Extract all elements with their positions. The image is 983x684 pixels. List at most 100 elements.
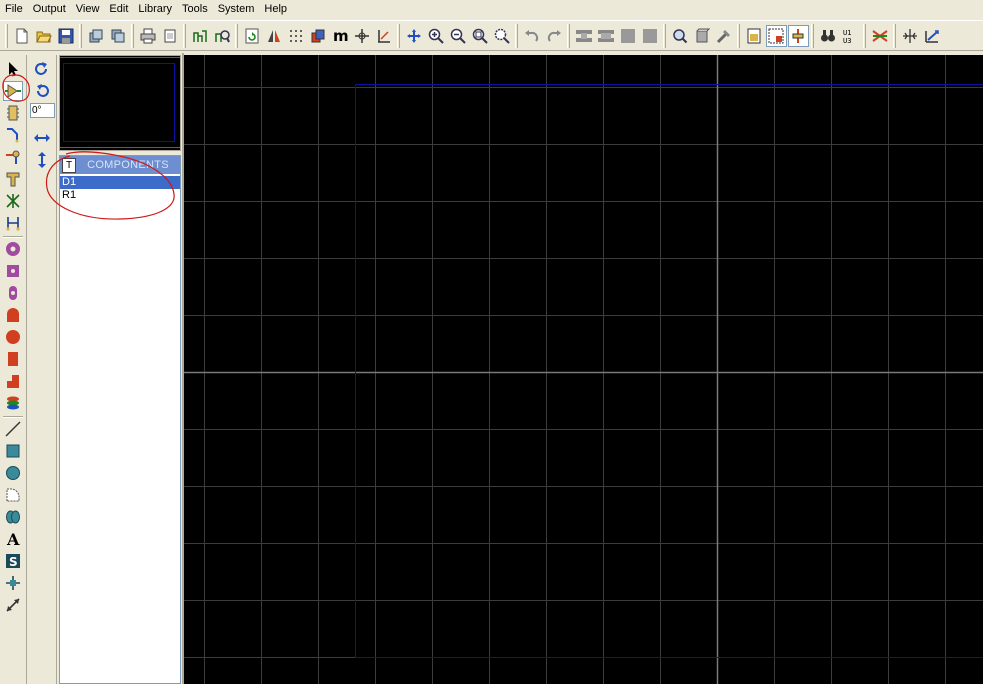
- list-item[interactable]: R1: [60, 189, 180, 202]
- menu-library[interactable]: Library: [133, 1, 177, 18]
- page-icon[interactable]: [744, 25, 765, 47]
- toolbar-separator: [663, 23, 666, 48]
- component-list: D1 R1: [60, 176, 180, 202]
- circular-smt-pad-icon[interactable]: [3, 327, 23, 347]
- move-icon[interactable]: [618, 25, 639, 47]
- menu-system[interactable]: System: [213, 1, 260, 18]
- package-icon[interactable]: [692, 25, 713, 47]
- svg-text:A: A: [6, 531, 20, 547]
- ratsnest-mode-icon[interactable]: [3, 191, 23, 211]
- symbol-icon[interactable]: S: [3, 551, 23, 571]
- rotate-anticlockwise-icon[interactable]: [31, 81, 53, 101]
- marker-icon[interactable]: [3, 573, 23, 593]
- package-mode-icon[interactable]: [3, 103, 23, 123]
- annotate-icon[interactable]: U1 U3: [840, 25, 861, 47]
- design-rule-icon[interactable]: [900, 25, 921, 47]
- track-mode-icon[interactable]: [3, 125, 23, 145]
- mode-palette: A S: [0, 55, 27, 684]
- rotation-angle-field[interactable]: 0°: [30, 103, 55, 118]
- false-origin-icon[interactable]: [374, 25, 395, 47]
- main-toolbar: m U1 U3: [0, 20, 983, 51]
- edge-pad-icon[interactable]: [3, 305, 23, 325]
- svg-text:U3: U3: [843, 37, 851, 44]
- rectangular-smt-pad-icon[interactable]: [3, 349, 23, 369]
- refresh-icon[interactable]: [242, 25, 263, 47]
- zoom-in-icon[interactable]: [426, 25, 447, 47]
- rotate-clockwise-icon[interactable]: [31, 59, 53, 79]
- round-pad-icon[interactable]: [3, 239, 23, 259]
- mirror-vertical-icon[interactable]: [31, 150, 53, 170]
- netlist-icon[interactable]: [190, 25, 211, 47]
- open-folder-icon[interactable]: [34, 25, 55, 47]
- text-icon[interactable]: A: [3, 529, 23, 549]
- circle-icon[interactable]: [3, 463, 23, 483]
- palette-separator: [3, 416, 23, 418]
- component-selector-title: COMPONENTS: [87, 159, 169, 171]
- mirror-horizontal-icon[interactable]: [31, 128, 53, 148]
- save-icon[interactable]: [56, 25, 77, 47]
- menu-help[interactable]: Help: [259, 1, 292, 18]
- zoom-area-icon[interactable]: [492, 25, 513, 47]
- palette-separator: [3, 236, 23, 238]
- toolbar-grip[interactable]: [5, 23, 8, 48]
- menu-view[interactable]: View: [71, 1, 105, 18]
- dimension-icon[interactable]: [3, 595, 23, 615]
- layers-icon[interactable]: [308, 25, 329, 47]
- print-icon[interactable]: [138, 25, 159, 47]
- zoom-all-icon[interactable]: [470, 25, 491, 47]
- editing-canvas[interactable]: [184, 55, 983, 684]
- decompose-icon[interactable]: [714, 25, 735, 47]
- menu-tools[interactable]: Tools: [177, 1, 213, 18]
- svg-text:m: m: [333, 28, 348, 44]
- undo-icon[interactable]: [522, 25, 543, 47]
- path-icon[interactable]: [3, 507, 23, 527]
- svg-text:S: S: [9, 555, 18, 569]
- polygonal-pad-icon[interactable]: [3, 371, 23, 391]
- toolbar-separator: [567, 23, 570, 48]
- cut-icon[interactable]: [574, 25, 595, 47]
- box-icon[interactable]: [3, 441, 23, 461]
- copy-icon[interactable]: [596, 25, 617, 47]
- overview-window[interactable]: [59, 55, 181, 151]
- autoplace-icon[interactable]: [765, 24, 787, 47]
- menu-edit[interactable]: Edit: [104, 1, 133, 18]
- square-pad-icon[interactable]: [3, 261, 23, 281]
- search-icon[interactable]: [670, 25, 691, 47]
- svg-text:U1: U1: [843, 29, 851, 37]
- line-icon[interactable]: [3, 419, 23, 439]
- flip-icon[interactable]: [264, 25, 285, 47]
- zone-mode-icon[interactable]: [3, 169, 23, 189]
- arc-icon[interactable]: [3, 485, 23, 505]
- zoom-out-icon[interactable]: [448, 25, 469, 47]
- connectivity-icon[interactable]: [3, 213, 23, 233]
- toolbar-separator: [235, 23, 238, 48]
- import-section-icon[interactable]: [86, 25, 107, 47]
- padstack-icon[interactable]: [3, 393, 23, 413]
- export-section-icon[interactable]: [108, 25, 129, 47]
- metric-icon[interactable]: m: [330, 25, 351, 47]
- print-area-icon[interactable]: [160, 25, 181, 47]
- list-item[interactable]: D1: [60, 176, 180, 189]
- toolbar-separator: [515, 23, 518, 48]
- menu-output[interactable]: Output: [28, 1, 71, 18]
- toolbar-separator: [183, 23, 186, 48]
- via-mode-icon[interactable]: [3, 147, 23, 167]
- pan-icon[interactable]: [404, 25, 425, 47]
- design-explorer-icon[interactable]: [212, 25, 233, 47]
- ratsnest-icon[interactable]: [870, 25, 891, 47]
- delete-icon[interactable]: [640, 25, 661, 47]
- menu-file[interactable]: File: [0, 1, 28, 18]
- dil-pad-icon[interactable]: [3, 283, 23, 303]
- redo-icon[interactable]: [544, 25, 565, 47]
- component-mode-icon[interactable]: [3, 81, 23, 101]
- origin-icon[interactable]: [352, 25, 373, 47]
- power-icon[interactable]: [922, 25, 943, 47]
- toggle-button[interactable]: T: [62, 157, 76, 173]
- grid-icon[interactable]: [286, 25, 307, 47]
- select-arrow-icon[interactable]: [3, 59, 23, 79]
- find-icon[interactable]: [818, 25, 839, 47]
- overview-bottom-edge: [60, 147, 180, 148]
- new-file-icon[interactable]: [12, 25, 33, 47]
- autorouter-icon[interactable]: [787, 24, 809, 47]
- rotation-column: 0°: [28, 55, 57, 684]
